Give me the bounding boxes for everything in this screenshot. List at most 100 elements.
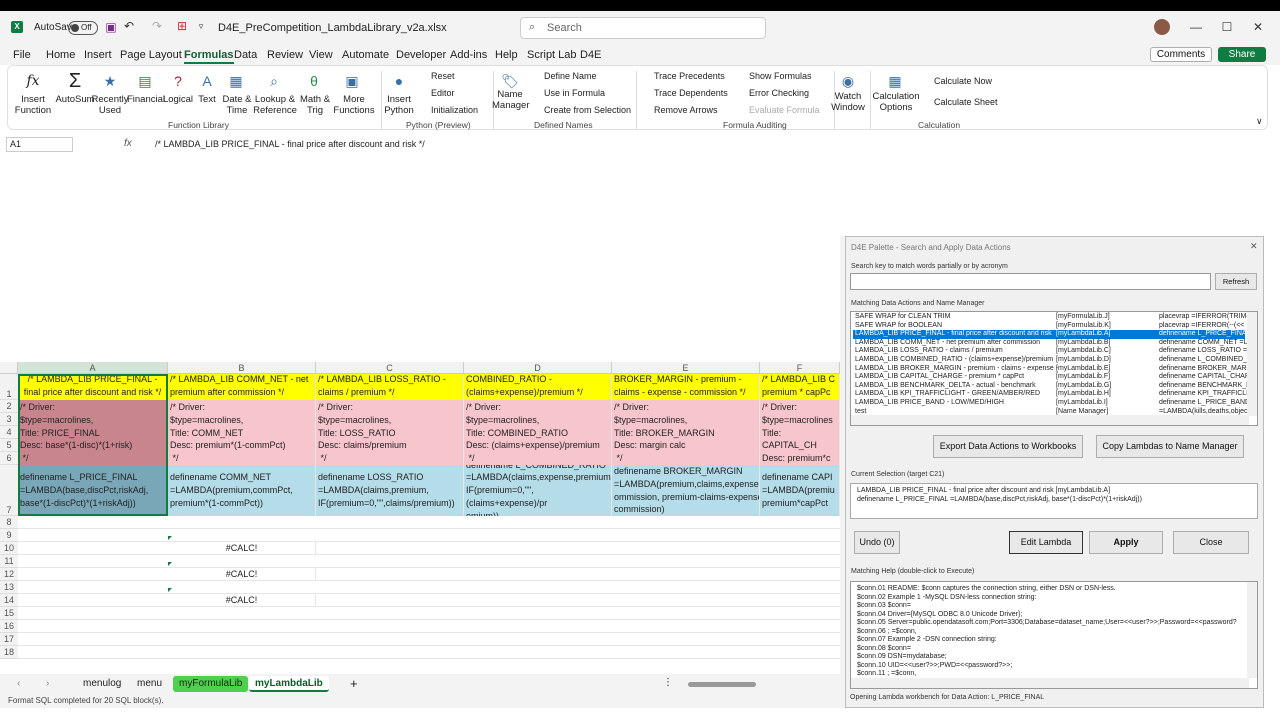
redo-icon[interactable]: ↷: [150, 19, 164, 33]
row-header[interactable]: 9: [0, 529, 18, 542]
initialization-button[interactable]: Initialization: [431, 105, 478, 115]
undo-button[interactable]: Undo (0): [854, 531, 900, 554]
error-indicator-icon[interactable]: [168, 562, 172, 566]
select-all[interactable]: [0, 362, 18, 374]
form-icon[interactable]: ⊞: [175, 19, 189, 33]
matching-actions-list[interactable]: SAFE WRAP for CLEAN TRIM [myFormulaLib.J]…: [850, 311, 1258, 426]
name-manager-button[interactable]: Name Manager: [492, 89, 530, 111]
row-header[interactable]: 6: [0, 452, 18, 465]
action-list-item[interactable]: LAMBDA_LIB PRICE_FINAL - final price aft…: [853, 330, 1250, 339]
math-trig-button[interactable]: Math & Trig: [298, 94, 332, 116]
row-header[interactable]: 4: [0, 426, 18, 439]
action-list-item[interactable]: LAMBDA_LIB CAPITAL_CHARGE - premium * ca…: [853, 373, 1250, 382]
menu-addins[interactable]: Add-ins: [450, 49, 487, 61]
cell-calc-error[interactable]: #CALC!: [168, 594, 316, 607]
insert-python-button[interactable]: Insert Python: [382, 94, 416, 116]
cell-definename[interactable]: definename LOSS_RATIO =LAMBDA(claims,pre…: [316, 465, 464, 516]
column-header-f[interactable]: F: [760, 362, 840, 374]
menu-formulas[interactable]: Formulas: [184, 49, 234, 64]
close-button[interactable]: Close: [1173, 531, 1249, 554]
column-header-b[interactable]: B: [168, 362, 316, 374]
action-list-item[interactable]: SAFE WRAP for CLEAN TRIM [myFormulaLib.J]…: [853, 313, 1249, 322]
copy-lambdas-button[interactable]: Copy Lambdas to Name Manager: [1096, 435, 1244, 458]
help-list-item[interactable]: $conn.06 ; =$conn,: [853, 628, 1245, 637]
list-vscroll[interactable]: [1247, 312, 1257, 416]
text-button[interactable]: Text: [195, 94, 219, 105]
cell-definename[interactable]: definename COMM_NET =LAMBDA(premium,comm…: [168, 465, 316, 516]
help-list-item[interactable]: $conn.01 README: $conn captures the conn…: [853, 585, 1245, 594]
maximize-icon[interactable]: ☐: [1219, 20, 1235, 34]
row-header[interactable]: 15: [0, 607, 18, 620]
menu-developer[interactable]: Developer: [396, 49, 446, 61]
add-sheet-icon[interactable]: +: [350, 676, 358, 691]
refresh-button[interactable]: Refresh: [1215, 273, 1257, 290]
cell-definename[interactable]: definename CAPI =LAMBDA(premiu premium*c…: [760, 465, 840, 516]
cell-driver[interactable]: /* Driver: $type=macrolines, Title: COMM…: [168, 400, 316, 465]
define-name-button[interactable]: Define Name: [544, 71, 597, 81]
row-header[interactable]: 13: [0, 581, 18, 594]
action-list-item[interactable]: LAMBDA_LIB COMM_NET - net premium after …: [853, 339, 1247, 348]
lookup-reference-button[interactable]: Lookup & Reference: [252, 94, 298, 116]
editor-button[interactable]: Editor: [431, 88, 455, 98]
action-list-item[interactable]: LAMBDA_LIB LOSS_RATIO - claims / premium…: [853, 347, 1247, 356]
horizontal-scrollbar[interactable]: [688, 682, 756, 687]
cell-row1[interactable]: /* LAMBDA_LIB BROKER_MARGIN - premium - …: [612, 374, 760, 400]
row-header[interactable]: 10: [0, 542, 18, 555]
prev-sheet-icon[interactable]: ‹: [17, 678, 20, 689]
cell-definename[interactable]: definename L_COMBINED_RATIO =LAMBDA(clai…: [464, 465, 612, 516]
current-selection-box[interactable]: LAMBDA_LIB PRICE_FINAL - final price aft…: [850, 483, 1258, 519]
action-list-item[interactable]: LAMBDA_LIB PRICE_BAND - LOW/MED/HIGH [myL…: [853, 399, 1250, 408]
help-list-item[interactable]: $conn.07 Example 2 -DSN connection strin…: [853, 636, 1245, 645]
column-header-c[interactable]: C: [316, 362, 464, 374]
collapse-ribbon-icon[interactable]: ∨: [1256, 116, 1263, 127]
cell-row1[interactable]: /* LAMBDA_LIB LOSS_RATIO - claims / prem…: [316, 374, 464, 400]
apply-button[interactable]: Apply: [1089, 531, 1163, 554]
search-key-input[interactable]: [850, 273, 1211, 290]
help-list-item[interactable]: $conn.02 Example 1 -MySQL DSN-less conne…: [853, 594, 1245, 603]
cell-calc-error[interactable]: #CALC!: [168, 568, 316, 581]
row-header[interactable]: 11: [0, 555, 18, 568]
menu-page-layout[interactable]: Page Layout: [120, 49, 182, 61]
row-header[interactable]: 16: [0, 620, 18, 633]
cell-row1[interactable]: /* LAMBDA_LIB C premium * capPc: [760, 374, 840, 400]
help-list-item[interactable]: $conn.04 Driver={MySQL ODBC 8.0 Unicode …: [853, 611, 1245, 620]
help-vscroll[interactable]: [1247, 582, 1257, 678]
row-header[interactable]: 1: [0, 374, 18, 400]
palette-close-icon[interactable]: ✕: [1250, 241, 1258, 252]
close-icon[interactable]: ✕: [1250, 20, 1266, 34]
action-list-item[interactable]: LAMBDA_LIB BROKER_MARGIN - premium - cla…: [853, 365, 1252, 374]
cell-driver[interactable]: /* Driver: $type=macrolines Title: CAPIT…: [760, 400, 840, 465]
menu-home[interactable]: Home: [46, 49, 75, 61]
autosave-toggle[interactable]: Off: [68, 21, 98, 35]
sheet-tab-menu[interactable]: menu: [131, 676, 168, 692]
trace-precedents-button[interactable]: Trace Precedents: [654, 71, 725, 81]
column-header-e[interactable]: E: [612, 362, 760, 374]
edit-lambda-button[interactable]: Edit Lambda: [1009, 531, 1083, 554]
column-header-d[interactable]: D: [464, 362, 612, 374]
financial-button[interactable]: Financial: [126, 94, 166, 105]
cell-row1[interactable]: /* LAMBDA_LIB COMM_NET - net premium aft…: [168, 374, 316, 400]
fx-icon[interactable]: fx: [124, 138, 132, 149]
row-header[interactable]: 2: [0, 400, 18, 413]
recently-used-button[interactable]: Recently Used: [90, 94, 130, 116]
row-header[interactable]: 8: [0, 516, 18, 529]
document-title[interactable]: D4E_PreCompetition_LambdaLibrary_v2a.xls…: [218, 22, 447, 34]
row-header[interactable]: 3: [0, 413, 18, 426]
cell-driver[interactable]: /* Driver: $type=macrolines, Title: COMB…: [464, 400, 612, 465]
share-button[interactable]: Share: [1218, 47, 1266, 62]
action-list-item[interactable]: LAMBDA_LIB KPI_TRAFFICLIGHT - GREEN/AMBE…: [853, 390, 1248, 399]
customize-icon[interactable]: ▿: [196, 19, 206, 33]
row-header[interactable]: 7: [0, 465, 18, 516]
help-list-item[interactable]: $conn.05 Server=public.opendatasoft.com;…: [853, 619, 1245, 628]
column-header-a[interactable]: A: [18, 362, 168, 374]
menu-view[interactable]: View: [309, 49, 333, 61]
save-icon[interactable]: ▣: [104, 20, 118, 34]
row-header[interactable]: 18: [0, 646, 18, 659]
formula-input[interactable]: /* LAMBDA_LIB PRICE_FINAL - final price …: [155, 139, 425, 149]
row-header[interactable]: 12: [0, 568, 18, 581]
calculation-options-button[interactable]: Calculation Options: [872, 91, 920, 113]
sheet-tab-myformulalib[interactable]: myFormulaLib: [173, 676, 249, 692]
name-box[interactable]: A1: [6, 137, 73, 152]
comments-button[interactable]: Comments: [1150, 47, 1212, 62]
undo-icon[interactable]: ↶: [122, 19, 136, 33]
